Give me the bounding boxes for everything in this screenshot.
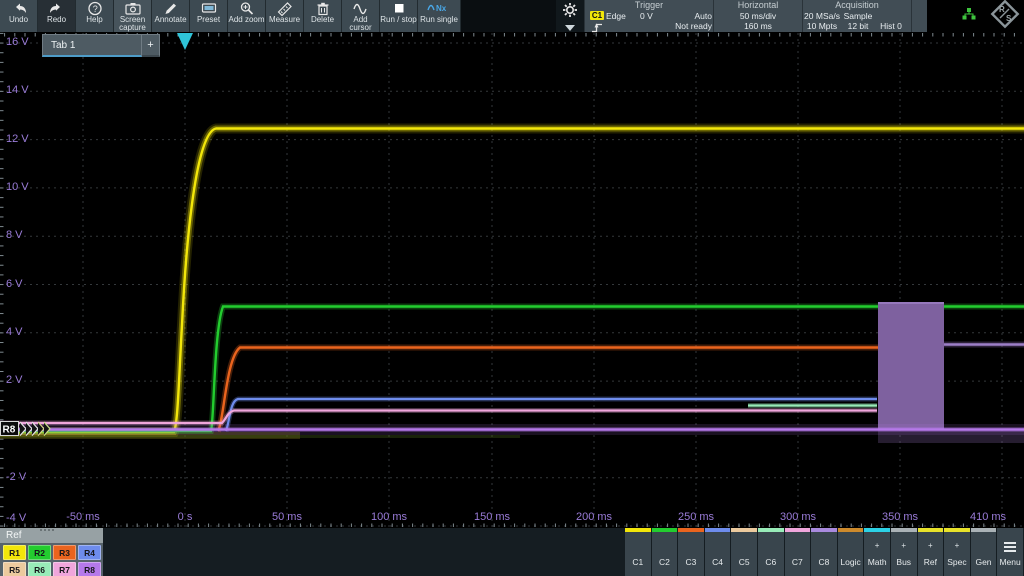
channel-button-c4[interactable]: C4 — [705, 528, 731, 576]
x-axis-label: 350 ms — [870, 511, 930, 523]
add-tab-button[interactable]: + — [142, 34, 160, 57]
menu-icon — [1004, 542, 1016, 552]
bus-label: Bus — [896, 557, 911, 567]
math-button[interactable]: + Math — [864, 528, 890, 576]
svg-text:R8: R8 — [3, 425, 16, 436]
channel-button-c7[interactable]: C7 — [785, 528, 811, 576]
c5-color-strip — [731, 528, 757, 532]
y-axis-label: 6 V — [6, 278, 48, 290]
c2-color-strip — [652, 528, 678, 532]
ref-button[interactable]: + Ref — [918, 528, 944, 576]
bus-button[interactable]: + Bus — [891, 528, 917, 576]
bus-plus: + — [901, 541, 906, 550]
logic-button[interactable]: Logic — [838, 528, 864, 576]
gen-button[interactable]: Gen — [971, 528, 997, 576]
bus-color-strip — [891, 528, 917, 532]
x-axis-label: 0 s — [155, 511, 215, 523]
trace-purple-burst-block — [878, 303, 944, 431]
ref-button-r5[interactable]: R5 — [3, 562, 26, 576]
oscilloscope-app: R8 16 V 14 V 12 V 10 V 8 V 6 V 4 V 2 V -… — [0, 0, 1024, 576]
tab-1[interactable]: Tab 1 — [42, 34, 142, 57]
y-axis-label: 12 V — [6, 133, 48, 145]
trace-pink-glow — [0, 411, 877, 424]
ref-button-r3[interactable]: R3 — [53, 545, 76, 560]
drag-handle-icon[interactable] — [40, 529, 54, 531]
waveform-plot[interactable]: R8 — [0, 0, 1024, 576]
spec-button[interactable]: + Spec — [944, 528, 970, 576]
c3-color-strip — [678, 528, 704, 532]
ref-button-r7[interactable]: R7 — [53, 562, 76, 576]
x-axis-label: 200 ms — [564, 511, 624, 523]
ref-label: Ref — [924, 557, 937, 567]
math-plus: + — [875, 541, 880, 550]
spec-label: Spec — [947, 557, 966, 567]
c6-label: C6 — [765, 557, 776, 567]
channel-button-c8[interactable]: C8 — [811, 528, 837, 576]
c1-color-strip — [625, 528, 651, 532]
channel-buttons: C1 C2 C3 C4 C5 C6 C7 C8 Logic + Math + Bus… — [625, 528, 1024, 576]
math-color-strip — [864, 528, 890, 532]
c1-label: C1 — [632, 557, 643, 567]
logic-color-strip — [838, 528, 864, 532]
trace-yellow — [0, 129, 1024, 433]
channel-button-c6[interactable]: C6 — [758, 528, 784, 576]
x-axis-label: 410 ms — [958, 511, 1018, 523]
bottom-bar: C1 C2 C3 C4 C5 C6 C7 C8 Logic + Math + Bus… — [0, 528, 1024, 576]
c7-label: C7 — [792, 557, 803, 567]
spec-color-strip — [944, 528, 970, 532]
channel-button-c3[interactable]: C3 — [678, 528, 704, 576]
x-axis-label: 100 ms — [359, 511, 419, 523]
trace-yellow-glow — [0, 129, 1024, 433]
x-axis-label: -50 ms — [53, 511, 113, 523]
x-axis-label: 300 ms — [768, 511, 828, 523]
tab-bar: Tab 1 + — [42, 34, 160, 57]
menu-button[interactable]: Menu — [997, 528, 1023, 576]
c4-color-strip — [705, 528, 731, 532]
trace-orange-glow — [218, 348, 878, 432]
spec-plus: + — [955, 541, 960, 550]
trace-yellow-fuzz — [0, 129, 1024, 433]
y-axis-label: 4 V — [6, 326, 48, 338]
channel-button-c1[interactable]: C1 — [625, 528, 651, 576]
y-axis-label: -4 V — [6, 512, 48, 524]
c8-color-strip — [811, 528, 837, 532]
ref-button-r8[interactable]: R8 — [78, 562, 101, 576]
x-axis-label: 50 ms — [257, 511, 317, 523]
y-axis-label: 14 V — [6, 84, 48, 96]
y-axis-label: 2 V — [6, 374, 48, 386]
ref-button-r6[interactable]: R6 — [28, 562, 51, 576]
x-axis-label: 150 ms — [462, 511, 522, 523]
y-axis-label: 10 V — [6, 181, 48, 193]
ref-color-strip — [918, 528, 944, 532]
c4-label: C4 — [712, 557, 723, 567]
c5-label: C5 — [739, 557, 750, 567]
channel-button-c2[interactable]: C2 — [652, 528, 678, 576]
ref-dialog-title: Ref — [6, 530, 22, 541]
ref-button-r1[interactable]: R1 — [3, 545, 26, 560]
y-axis-label: 8 V — [6, 229, 48, 241]
gen-color-strip — [971, 528, 997, 532]
ref-plus: + — [928, 541, 933, 550]
c3-label: C3 — [686, 557, 697, 567]
menu-label: Menu — [999, 557, 1020, 567]
y-axis-label: -2 V — [6, 471, 48, 483]
c6-color-strip — [758, 528, 784, 532]
ref-dialog-header[interactable]: Ref — [0, 528, 103, 543]
ref-dialog-body: R1 R2 R3 R4 R5 R6 R7 R8 — [0, 543, 103, 576]
ref-button-r2[interactable]: R2 — [28, 545, 51, 560]
ref-dialog: Ref R1 R2 R3 R4 R5 R6 R7 R8 — [0, 528, 103, 576]
c7-color-strip — [785, 528, 811, 532]
c8-label: C8 — [819, 557, 830, 567]
logic-label: Logic — [840, 557, 860, 567]
channel-button-c5[interactable]: C5 — [731, 528, 757, 576]
trigger-position-marker[interactable] — [177, 33, 193, 50]
ref-button-r4[interactable]: R4 — [78, 545, 101, 560]
gen-label: Gen — [975, 557, 991, 567]
math-label: Math — [868, 557, 887, 567]
x-axis-label: 250 ms — [666, 511, 726, 523]
trace-orange — [218, 348, 878, 432]
c2-label: C2 — [659, 557, 670, 567]
